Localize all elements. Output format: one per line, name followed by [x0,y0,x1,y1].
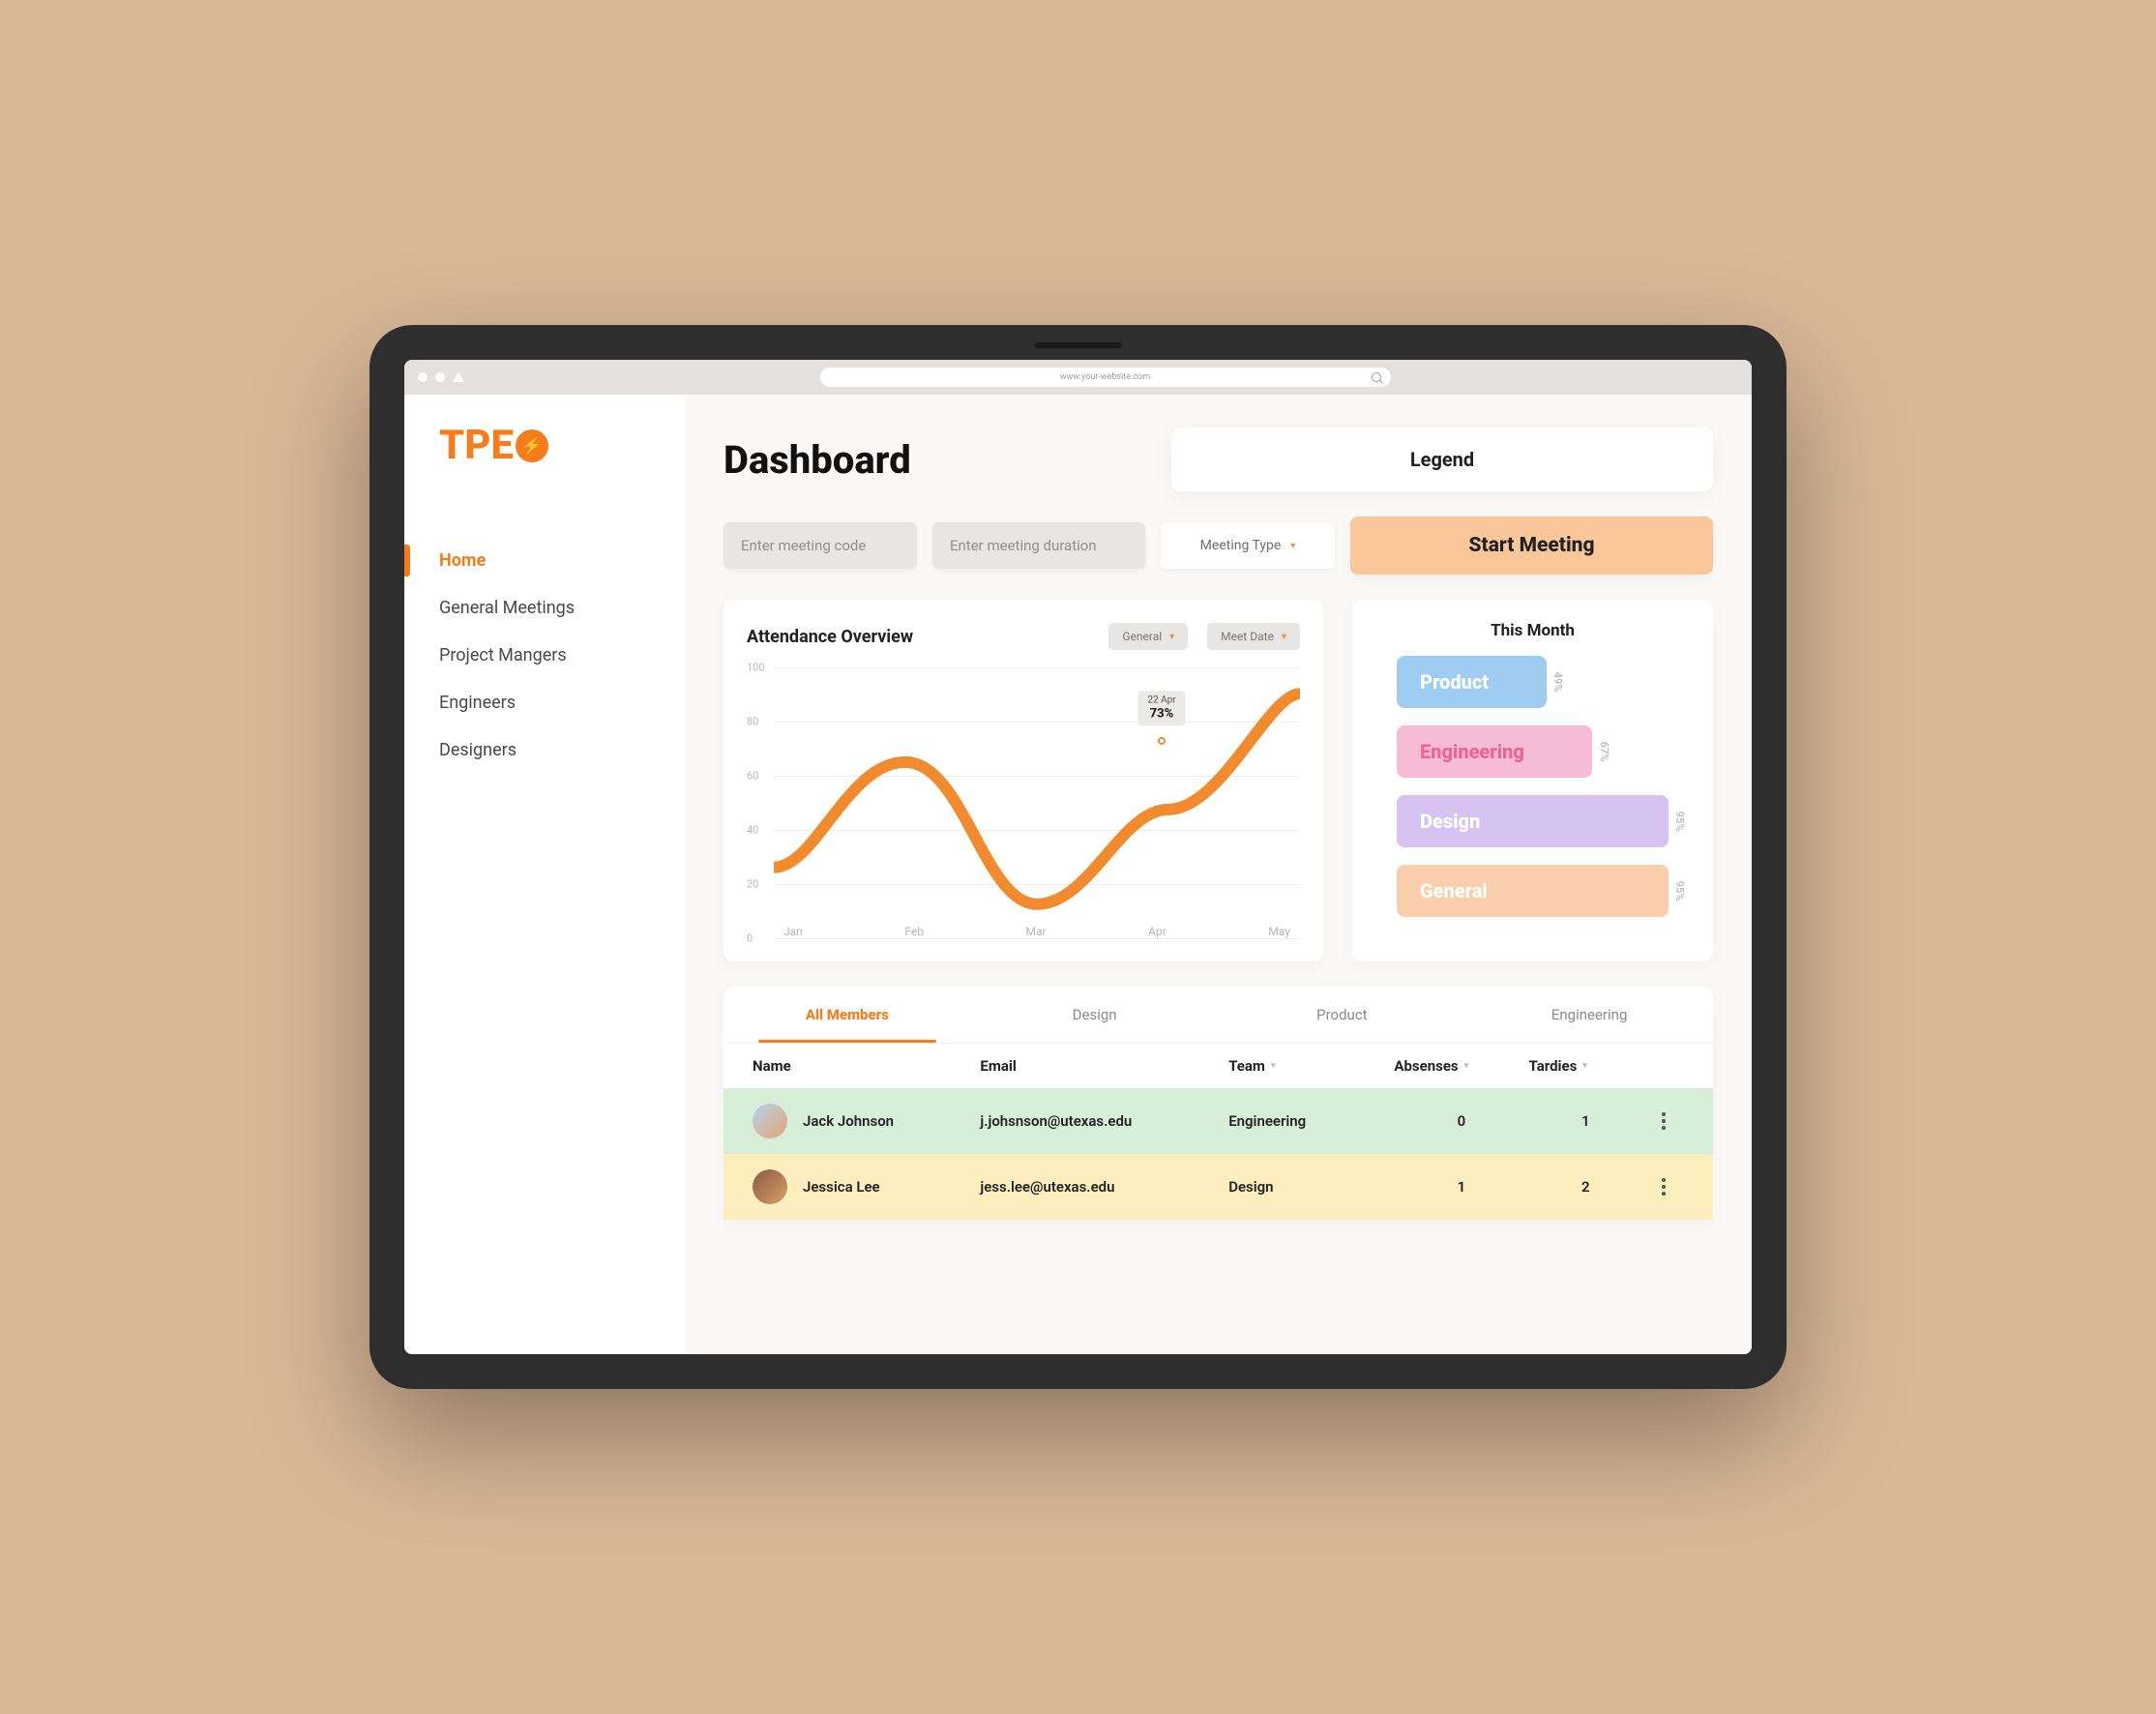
tablet-speaker [1035,342,1122,348]
chart-filter-date[interactable]: Meet Date▾ [1207,623,1300,650]
bar-general[interactable]: General 95% [1397,865,1669,917]
sidebar-nav: Home General Meetings Project Mangers En… [404,537,685,774]
chart-point-marker[interactable] [1158,737,1166,745]
row-menu-icon[interactable] [1642,1112,1684,1130]
chevron-down-icon: ▾ [1169,632,1174,642]
start-meeting-button[interactable]: Start Meeting [1350,517,1713,575]
sidebar-item-engineers[interactable]: Engineers [404,679,685,726]
y-tick: 100 [747,662,765,674]
window-button-1[interactable] [418,372,428,382]
bar-product[interactable]: Product 49% [1397,656,1547,708]
actions-row: Enter meeting code Enter meeting duratio… [724,517,1713,575]
search-icon [1372,372,1381,382]
chart-title: Attendance Overview [747,627,913,647]
tab-all[interactable]: All Members [724,987,971,1043]
meeting-type-label: Meeting Type [1200,538,1282,553]
sidebar: TPE⚡ Home General Meetings Project Mange… [404,395,685,1354]
y-tick: 80 [747,716,758,728]
sidebar-item-home[interactable]: Home [404,537,685,584]
app-root: TPE⚡ Home General Meetings Project Mange… [404,395,1752,1354]
mid-row: Attendance Overview General▾ Meet Date▾ … [724,600,1713,961]
meeting-duration-input[interactable]: Enter meeting duration [932,522,1145,569]
chevron-down-icon: ▾ [1464,1061,1469,1071]
x-tick: Mar [1026,925,1047,938]
x-tick: Jan [783,925,803,938]
x-axis-labels: Jan Feb Mar Apr May [774,925,1300,938]
window-button-2[interactable] [435,372,445,382]
this-month-card: This Month Product 49% Engineering 67% D… [1352,600,1713,961]
col-tardies[interactable]: Tardies▾ [1529,1057,1643,1075]
url-text: www.your-website.com [1060,372,1150,382]
bar-pct: 67% [1597,742,1610,762]
y-tick: 0 [747,932,753,945]
cell-absenses: 0 [1394,1112,1528,1130]
y-tick: 60 [747,770,758,783]
bar-pct: 49% [1551,672,1564,693]
logo-text: TPE [439,422,514,469]
chevron-down-icon: ▾ [1582,1061,1587,1071]
logo[interactable]: TPE⚡ [404,422,685,469]
legend-card[interactable]: Legend [1171,428,1713,491]
logo-badge-icon: ⚡ [516,429,548,462]
chart-tooltip: 22 Apr 73% [1137,691,1185,725]
chart-header: Attendance Overview General▾ Meet Date▾ [747,623,1300,650]
screen: www.your-website.com TPE⚡ Home General M… [404,360,1752,1354]
cell-absenses: 1 [1394,1178,1528,1196]
row-menu-icon[interactable] [1642,1178,1684,1196]
cell-tardies: 1 [1529,1112,1643,1130]
col-absenses[interactable]: Absenses▾ [1394,1057,1528,1075]
month-title: This Month [1397,621,1669,640]
cell-tardies: 2 [1529,1178,1643,1196]
url-bar[interactable]: www.your-website.com [820,368,1391,387]
chevron-down-icon: ▾ [1290,541,1295,551]
bar-pct: 95% [1673,812,1686,832]
bar-engineering[interactable]: Engineering 67% [1397,725,1592,778]
attendance-chart-card: Attendance Overview General▾ Meet Date▾ … [724,600,1323,961]
page-title: Dashboard [724,437,911,483]
bar-design[interactable]: Design 95% [1397,795,1669,847]
chevron-down-icon: ▾ [1282,632,1286,642]
y-tick: 20 [747,878,758,891]
main: Dashboard Legend Enter meeting code Ente… [685,395,1752,1354]
tablet-frame: www.your-website.com TPE⚡ Home General M… [369,325,1787,1389]
meeting-type-select[interactable]: Meeting Type ▾ [1161,522,1335,569]
chart-body: 100 80 60 40 20 0 [747,667,1300,938]
meeting-code-placeholder: Enter meeting code [741,537,866,554]
chart-filter-type[interactable]: General▾ [1108,623,1188,650]
browser-bar: www.your-website.com [404,360,1752,395]
x-tick: Apr [1148,925,1167,938]
tab-engineering[interactable]: Engineering [1465,987,1713,1043]
meeting-duration-placeholder: Enter meeting duration [950,537,1097,554]
sidebar-item-general[interactable]: General Meetings [404,584,685,632]
header-row: Dashboard Legend [724,428,1713,491]
window-button-3[interactable] [453,372,464,382]
legend-label: Legend [1410,448,1474,471]
x-tick: May [1268,925,1290,938]
meeting-code-input[interactable]: Enter meeting code [724,522,917,569]
x-tick: Feb [904,925,924,938]
sidebar-item-designers[interactable]: Designers [404,726,685,774]
start-meeting-label: Start Meeting [1469,534,1595,557]
bar-pct: 95% [1673,881,1686,901]
y-tick: 40 [747,824,758,837]
sidebar-item-pm[interactable]: Project Mangers [404,632,685,679]
